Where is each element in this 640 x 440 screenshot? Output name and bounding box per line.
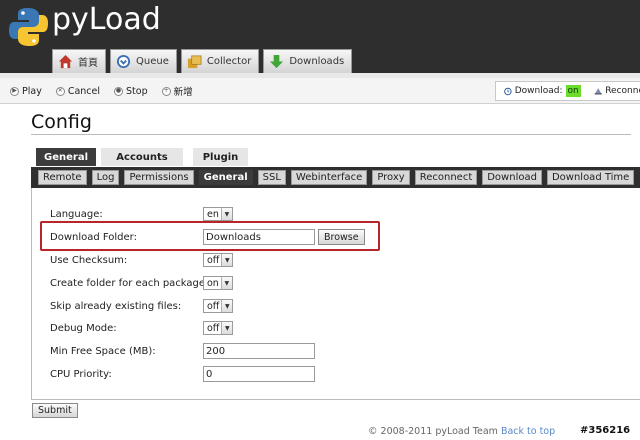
download-status-toggle[interactable]: on <box>565 85 581 97</box>
subtab-download-time[interactable]: Download Time <box>546 170 635 185</box>
reconnect-icon <box>594 88 602 95</box>
header-bar: pyLoad 首頁 Queue Collector Downloads <box>0 0 640 78</box>
footer: © 2008-2011 pyLoad Team Back to top <box>368 426 555 437</box>
skip-existing-value: off <box>207 300 220 312</box>
create-folder-value: on <box>207 277 219 289</box>
chevron-down-icon: ▼ <box>221 322 233 334</box>
back-to-top-link[interactable]: Back to top <box>501 426 555 437</box>
download-status-label: Download: <box>514 86 563 96</box>
chevron-down-icon: ▼ <box>221 254 233 266</box>
download-folder-input[interactable]: Downloads <box>203 229 315 245</box>
downloads-icon <box>270 54 284 69</box>
chevron-down-icon: ▼ <box>220 208 232 220</box>
status-box: Download: on Reconne <box>495 81 640 101</box>
nav-downloads-label: Downloads <box>289 56 345 67</box>
main-tabs: General Accounts Plugin <box>36 148 248 166</box>
debug-mode-value: off <box>207 322 220 334</box>
queue-icon <box>116 54 131 69</box>
cpu-priority-input[interactable]: 0 <box>203 366 315 382</box>
use-checksum-value: off <box>207 254 220 266</box>
sub-tab-bar: Remote Log Permissions General SSL Webin… <box>31 167 640 188</box>
browse-button[interactable]: Browse <box>318 229 365 245</box>
cpu-priority-label: CPU Priority: <box>50 368 112 380</box>
main-nav: 首頁 Queue Collector Downloads <box>52 49 353 73</box>
setting-download-folder: Download Folder: Downloads Browse <box>50 228 610 246</box>
action-list: ▶ Play ✕ Cancel ● Stop + 新增 <box>10 84 193 98</box>
subtab-proxy[interactable]: Proxy <box>372 170 410 185</box>
subtab-general[interactable]: General <box>198 170 253 185</box>
setting-create-folder: Create folder for each package: on ▼ <box>50 274 610 292</box>
nav-downloads-button[interactable]: Downloads <box>263 49 353 73</box>
stop-icon: ● <box>114 86 123 96</box>
chevron-down-icon: ▼ <box>221 300 233 312</box>
watermark-text: #356216 <box>580 425 631 436</box>
nav-collector-button[interactable]: Collector <box>180 49 260 73</box>
python-logo-icon <box>9 8 48 46</box>
subtab-remote[interactable]: Remote <box>38 170 87 185</box>
stop-button[interactable]: ● Stop <box>114 84 148 98</box>
app-logo-text: pyLoad <box>52 2 161 37</box>
tab-accounts[interactable]: Accounts <box>101 148 183 166</box>
nav-home-label: 首頁 <box>78 58 98 69</box>
min-free-space-label: Min Free Space (MB): <box>50 345 156 357</box>
setting-cpu-priority: CPU Priority: 0 <box>50 365 610 383</box>
skip-existing-label: Skip already existing files: <box>50 300 182 312</box>
add-label: 新增 <box>173 87 193 98</box>
subtab-download[interactable]: Download <box>482 170 542 185</box>
setting-min-free-space: Min Free Space (MB): 200 <box>50 342 610 360</box>
tab-plugin[interactable]: Plugin <box>193 148 248 166</box>
use-checksum-select[interactable]: off ▼ <box>203 253 234 267</box>
sub-tabs: Remote Log Permissions General SSL Webin… <box>38 170 635 185</box>
subtab-reconnect[interactable]: Reconnect <box>414 170 478 185</box>
cancel-label: Cancel <box>67 85 100 97</box>
submit-button[interactable]: Submit <box>32 403 78 418</box>
add-icon: + <box>161 86 171 96</box>
action-bar: ▶ Play ✕ Cancel ● Stop + 新增 Download: on… <box>0 78 640 104</box>
language-value: en <box>207 208 219 220</box>
subtab-log[interactable]: Log <box>91 170 120 185</box>
create-folder-label: Create folder for each package: <box>50 277 209 289</box>
chevron-down-icon: ▼ <box>220 277 232 289</box>
add-button[interactable]: + 新增 <box>161 84 193 98</box>
setting-use-checksum: Use Checksum: off ▼ <box>50 251 610 269</box>
use-checksum-label: Use Checksum: <box>50 254 128 266</box>
settings-panel: Language: en ▼ Download Folder: Download… <box>31 188 640 400</box>
play-button[interactable]: ▶ Play <box>10 84 42 98</box>
cancel-button[interactable]: ✕ Cancel <box>55 84 100 98</box>
stop-label: Stop <box>126 85 148 97</box>
language-select[interactable]: en ▼ <box>203 207 233 221</box>
setting-language: Language: en ▼ <box>50 205 610 223</box>
skip-existing-select[interactable]: off ▼ <box>203 299 234 313</box>
debug-mode-select[interactable]: off ▼ <box>203 321 234 335</box>
setting-skip-existing: Skip already existing files: off ▼ <box>50 297 610 315</box>
page-title: Config <box>31 111 92 133</box>
language-label: Language: <box>50 208 103 220</box>
footer-copyright: © 2008-2011 pyLoad Team <box>368 426 498 437</box>
tab-general[interactable]: General <box>36 148 96 166</box>
setting-debug-mode: Debug Mode: off ▼ <box>50 319 610 337</box>
play-icon: ▶ <box>10 86 19 96</box>
play-label: Play <box>22 85 42 97</box>
cancel-icon: ✕ <box>55 86 65 96</box>
home-icon <box>58 54 73 69</box>
nav-queue-button[interactable]: Queue <box>110 49 177 73</box>
nav-collector-label: Collector <box>206 56 252 67</box>
create-folder-select[interactable]: on ▼ <box>203 276 233 290</box>
subtab-ssl[interactable]: SSL <box>257 170 286 185</box>
debug-mode-label: Debug Mode: <box>50 322 117 334</box>
title-divider <box>31 134 631 135</box>
min-free-space-input[interactable]: 200 <box>203 343 315 359</box>
collector-icon <box>187 55 202 69</box>
subtab-webinterface[interactable]: Webinterface <box>290 170 368 185</box>
nav-home-button[interactable]: 首頁 <box>52 49 106 73</box>
clock-icon <box>504 87 512 95</box>
reconnect-status-label[interactable]: Reconne <box>605 86 640 96</box>
nav-queue-label: Queue <box>136 56 169 67</box>
download-folder-label: Download Folder: <box>50 231 137 243</box>
subtab-permissions[interactable]: Permissions <box>124 170 194 185</box>
